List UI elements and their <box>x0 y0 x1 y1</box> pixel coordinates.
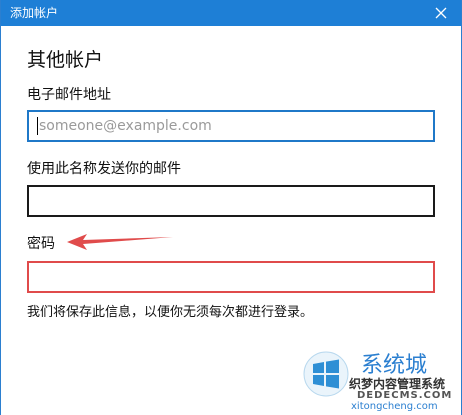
watermark-line3: xitongcheng.com <box>351 401 438 412</box>
site-watermark: 系统城 织梦内容管理系统 DEDECMS.COM xitongcheng.com <box>299 347 459 413</box>
title-bar: 添加帐户 <box>1 0 461 26</box>
windows-logo-icon <box>303 351 349 397</box>
display-name-label: 使用此名称发送你的邮件 <box>27 161 181 177</box>
form-heading: 其他帐户 <box>27 49 104 71</box>
watermark-line2: DEDECMS.COM <box>357 390 453 401</box>
password-label: 密码 <box>27 236 55 252</box>
annotation-arrow-icon <box>67 234 173 250</box>
add-account-dialog: 添加帐户 其他帐户 电子邮件地址 使用此名称发送你的邮件 密码 我们将保存此信息… <box>0 0 462 415</box>
email-label: 电子邮件地址 <box>27 87 111 103</box>
window-title: 添加帐户 <box>10 6 59 20</box>
save-info-note: 我们将保存此信息，以便你无须每次都进行登录。 <box>27 305 314 320</box>
email-field[interactable] <box>27 110 435 142</box>
text-cursor <box>37 117 38 135</box>
close-icon <box>435 7 447 19</box>
password-field[interactable] <box>27 261 435 293</box>
display-name-field[interactable] <box>27 185 435 217</box>
close-button[interactable] <box>421 0 461 26</box>
